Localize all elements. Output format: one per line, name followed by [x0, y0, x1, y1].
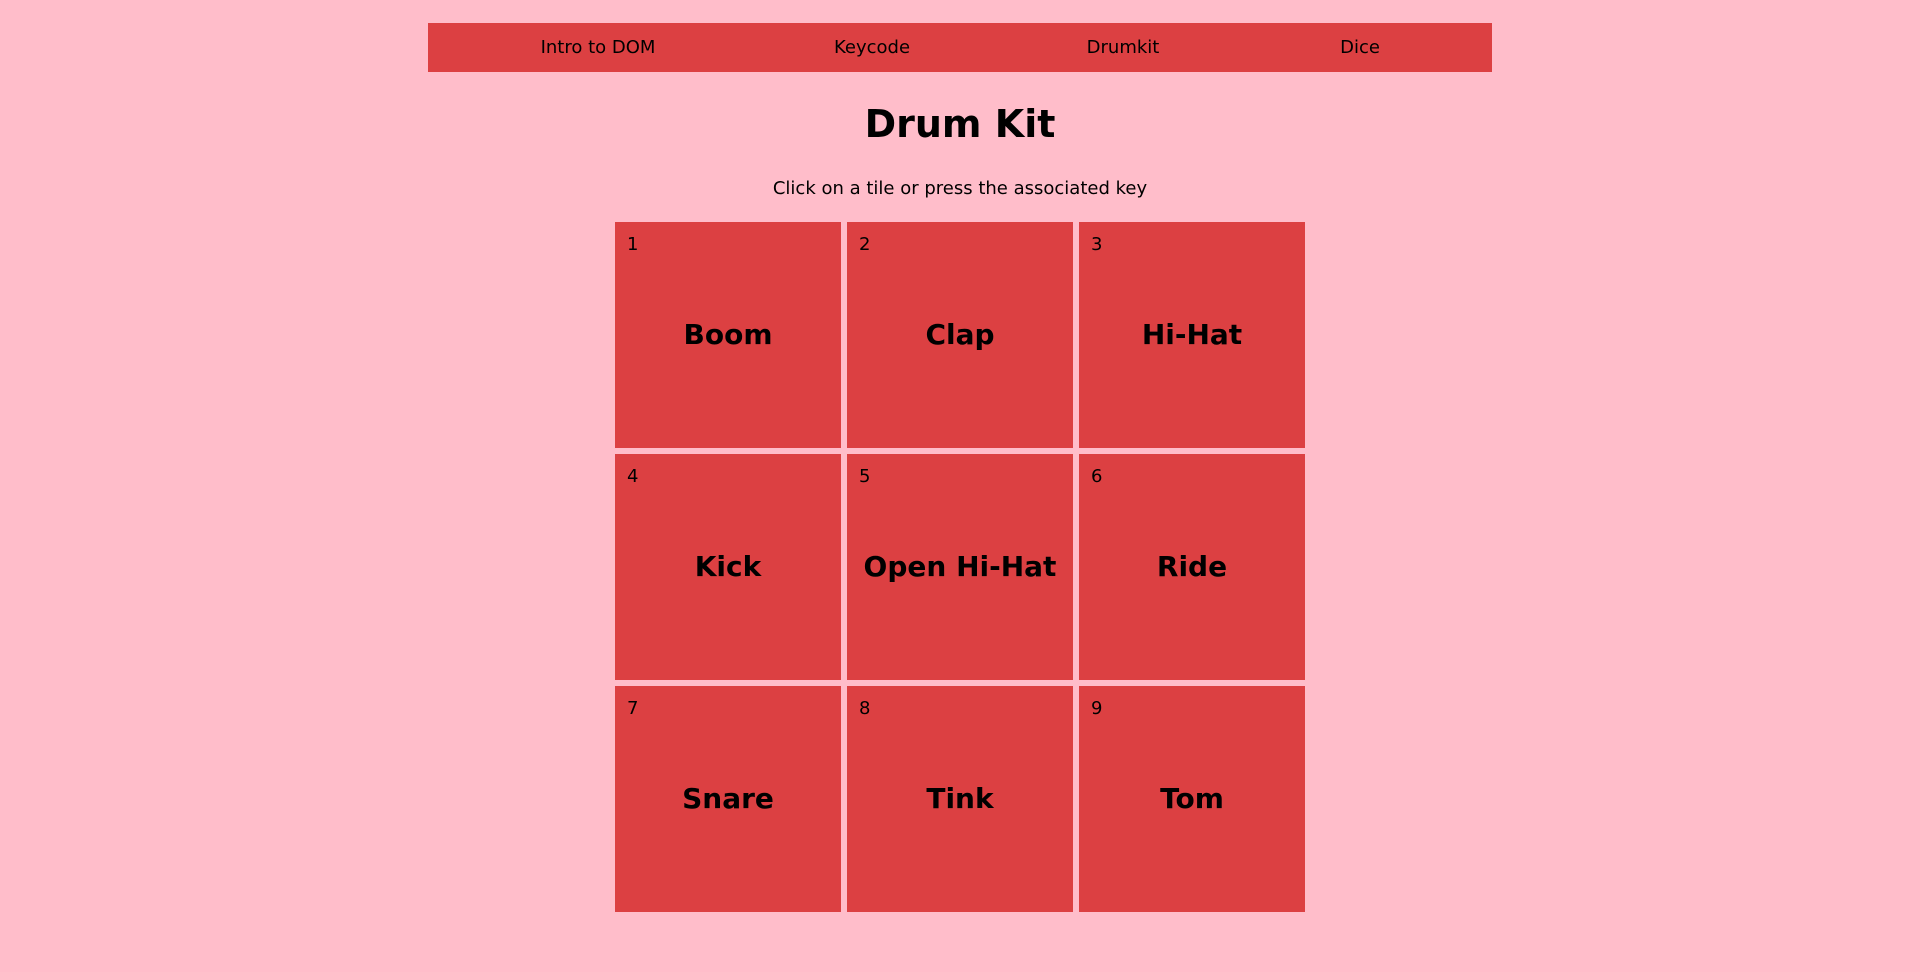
tile-key-label: 9	[1091, 698, 1103, 719]
tile-sound-name: Ride	[1156, 550, 1228, 583]
nav-link-intro-to-dom[interactable]: Intro to DOM	[541, 23, 656, 72]
drum-tile-hi-hat[interactable]: 3 Hi-Hat	[1079, 222, 1305, 448]
tile-key-label: 5	[859, 466, 871, 487]
tile-sound-name: Open Hi-Hat	[863, 550, 1057, 583]
tile-key-label: 2	[859, 234, 871, 255]
nav-link-keycode[interactable]: Keycode	[834, 23, 910, 72]
drum-tile-tom[interactable]: 9 Tom	[1079, 686, 1305, 912]
tile-sound-name: Clap	[925, 318, 995, 351]
drum-tile-kick[interactable]: 4 Kick	[615, 454, 841, 680]
tile-sound-name: Kick	[694, 550, 762, 583]
page-subtitle: Click on a tile or press the associated …	[772, 178, 1148, 199]
tile-key-label: 1	[627, 234, 639, 255]
tile-sound-name: Tink	[926, 782, 994, 815]
drum-pad-grid: 1 Boom 2 Clap 3 Hi-Hat 4 Kick 5 Open Hi-…	[615, 222, 1305, 912]
tile-sound-name: Tom	[1160, 782, 1224, 815]
tile-key-label: 3	[1091, 234, 1103, 255]
tile-sound-name: Snare	[682, 782, 774, 815]
tile-key-label: 4	[627, 466, 639, 487]
tile-sound-name: Hi-Hat	[1141, 318, 1243, 351]
drum-tile-ride[interactable]: 6 Ride	[1079, 454, 1305, 680]
nav-link-drumkit[interactable]: Drumkit	[1087, 23, 1160, 72]
tile-key-label: 6	[1091, 466, 1103, 487]
tile-key-label: 8	[859, 698, 871, 719]
tile-sound-name: Boom	[683, 318, 773, 351]
top-nav: Intro to DOM Keycode Drumkit Dice	[428, 23, 1492, 72]
drum-tile-clap[interactable]: 2 Clap	[847, 222, 1073, 448]
tile-key-label: 7	[627, 698, 639, 719]
page-title: Drum Kit	[864, 102, 1056, 146]
drum-tile-snare[interactable]: 7 Snare	[615, 686, 841, 912]
nav-link-dice[interactable]: Dice	[1340, 23, 1380, 72]
drum-tile-boom[interactable]: 1 Boom	[615, 222, 841, 448]
drum-tile-open-hi-hat[interactable]: 5 Open Hi-Hat	[847, 454, 1073, 680]
drum-tile-tink[interactable]: 8 Tink	[847, 686, 1073, 912]
